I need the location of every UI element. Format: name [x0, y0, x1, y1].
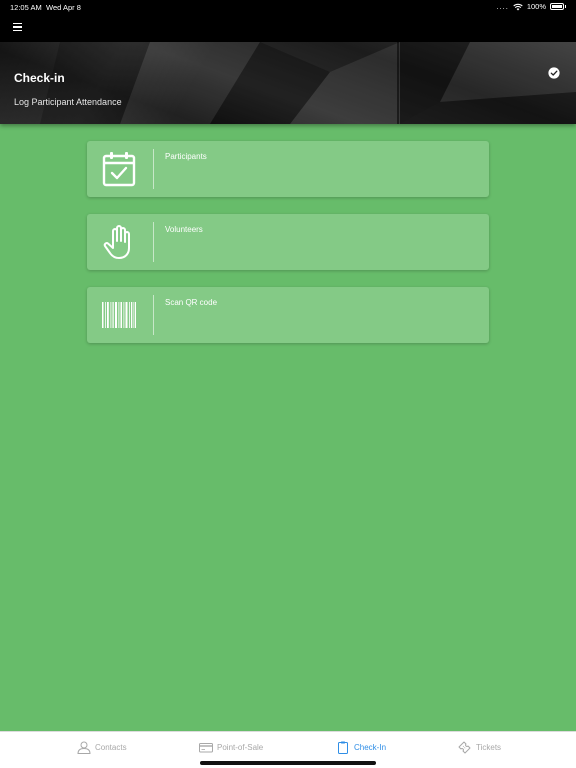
tab-point-of-sale[interactable]: Point-of-Sale [199, 740, 263, 754]
credit-card-icon [199, 742, 213, 752]
bottom-tab-bar: Contacts Point-of-Sale Check-In Tickets [0, 731, 576, 768]
status-time: 12:05 AM [10, 3, 42, 12]
tab-point-of-sale-label: Point-of-Sale [217, 742, 264, 752]
barcode-icon [102, 302, 136, 328]
status-bar: 12:05 AM Wed Apr 8 .... 100% [0, 0, 576, 14]
check-circle-icon[interactable] [548, 67, 560, 79]
hamburger-menu-icon[interactable] [8, 18, 26, 36]
status-date: Wed Apr 8 [46, 3, 81, 12]
wifi-icon [513, 3, 523, 10]
participants-card[interactable]: Participants [87, 141, 489, 197]
nav-bar [0, 14, 576, 42]
clipboard-icon [338, 741, 348, 754]
page-subtitle: Log Participant Attendance [14, 97, 122, 107]
tab-contacts[interactable]: Contacts [77, 740, 127, 754]
participants-label: Participants [165, 152, 207, 161]
calendar-check-icon [102, 152, 136, 187]
ticket-icon [458, 741, 471, 753]
card-divider [153, 295, 154, 335]
card-divider [153, 149, 154, 189]
volunteers-label: Volunteers [165, 225, 203, 234]
battery-tip [565, 5, 566, 8]
app-root: 12:05 AM Wed Apr 8 .... 100% Check-in Lo… [0, 0, 576, 768]
raised-hand-icon [103, 225, 130, 259]
page-title: Check-in [14, 71, 65, 85]
tab-contacts-label: Contacts [95, 742, 127, 752]
volunteers-card[interactable]: Volunteers [87, 214, 489, 270]
header-background-texture [40, 42, 576, 124]
signal-dots: .... [496, 2, 509, 11]
battery-percent: 100% [526, 2, 546, 11]
tab-check-in[interactable]: Check-In [336, 740, 386, 754]
tab-tickets[interactable]: Tickets [458, 740, 501, 754]
person-icon [77, 741, 91, 754]
status-indicators: .... 100% [496, 2, 566, 11]
battery-icon [550, 3, 564, 10]
page-header: Check-in Log Participant Attendance [0, 42, 576, 124]
tab-tickets-label: Tickets [476, 742, 502, 752]
tab-check-in-label: Check-In [354, 742, 387, 752]
checkin-options: Participants Volunteers Scan QR code [87, 141, 489, 360]
card-divider [153, 222, 154, 262]
scan-qr-card[interactable]: Scan QR code [87, 287, 489, 343]
scan-qr-label: Scan QR code [165, 298, 218, 307]
home-indicator [200, 761, 376, 765]
